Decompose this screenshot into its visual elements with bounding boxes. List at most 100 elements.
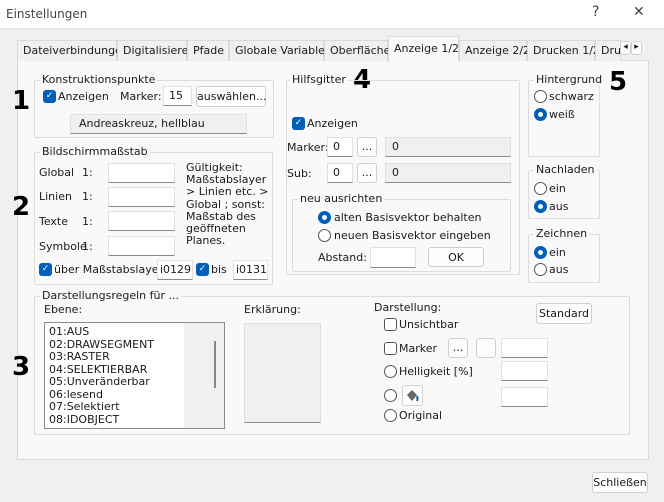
annotation-3: 3 <box>12 352 31 382</box>
grid-marker-label: Marker: <box>287 141 329 154</box>
abstand-label: Abstand: <box>318 251 367 264</box>
tab-scroll-right[interactable]: ▸ <box>631 41 642 55</box>
alten-basisvektor-label: alten Basisvektor behalten <box>334 211 482 224</box>
darstellungsregeln-title: Darstellungsregeln für ... <box>40 289 181 302</box>
hintergrund-schwarz-radio[interactable] <box>534 90 547 103</box>
helligkeit-radio[interactable] <box>384 365 397 378</box>
window-title: Einstellungen <box>6 7 88 21</box>
help-button[interactable]: ? <box>592 4 599 20</box>
bis-label: bis <box>211 263 227 276</box>
hilfsgitter-anzeigen-label: Anzeigen <box>307 117 358 130</box>
grid-sub-browse-button[interactable]: ... <box>357 163 377 183</box>
list-scrollbar-track[interactable] <box>184 323 224 428</box>
linien-prefix: 1: <box>82 190 93 203</box>
ok-button[interactable]: OK <box>428 247 484 267</box>
zeichnen-ein-label: ein <box>549 246 566 259</box>
marker-rule-label: Marker <box>399 342 438 355</box>
linien-scale-input[interactable] <box>108 187 175 207</box>
darstellung-label: Darstellung: <box>374 301 442 314</box>
tab-dateiverbindungen[interactable]: Dateiverbindungen <box>17 40 129 61</box>
bis-input[interactable]: i0131 <box>233 260 268 280</box>
helligkeit-input[interactable] <box>501 361 548 381</box>
grid-sub-display: 0 <box>385 163 511 183</box>
grid-marker-browse-button[interactable]: ... <box>357 137 377 157</box>
nachladen-aus-label: aus <box>549 200 569 213</box>
title-bar <box>0 0 664 29</box>
close-window-button[interactable]: ✕ <box>633 4 645 20</box>
standard-button[interactable]: Standard <box>536 303 592 324</box>
tab-anzeige-2-2[interactable]: Anzeige 2/2 <box>459 40 530 61</box>
erklaerung-label: Erklärung: <box>244 303 301 316</box>
linien-label: Linien <box>39 190 72 203</box>
nachladen-aus-radio[interactable] <box>534 200 547 213</box>
list-scrollbar-thumb[interactable] <box>214 341 216 388</box>
auswaehlen-button[interactable]: auswählen... <box>196 86 266 107</box>
marker-rule-input[interactable] <box>501 338 548 358</box>
hintergrund-weiss-label: weiß <box>549 108 575 121</box>
marker-color-button[interactable] <box>476 338 496 358</box>
bildschirmmassstab-title: Bildschirmmaßstab <box>40 145 150 158</box>
hintergrund-schwarz-label: schwarz <box>549 90 594 103</box>
alten-basisvektor-radio[interactable] <box>318 211 331 224</box>
tab-oberflaeche[interactable]: Oberfläche <box>324 40 390 61</box>
erklaerung-box <box>244 323 321 423</box>
neuen-basisvektor-radio[interactable] <box>318 229 331 242</box>
fill-color-radio[interactable] <box>384 389 397 402</box>
symbole-prefix: 1: <box>82 240 93 253</box>
global-prefix: 1: <box>82 166 93 179</box>
hilfsgitter-title: Hilfsgitter <box>290 73 348 86</box>
ueber-massstabslayer-input[interactable]: i0129 <box>157 260 193 280</box>
fill-color-input[interactable] <box>501 387 548 407</box>
tab-drucken-1-2[interactable]: Drucken 1/2 <box>527 40 600 61</box>
tab-pfade[interactable]: Pfade <box>187 40 229 61</box>
konstruktionspunkte-anzeigen-label: Anzeigen <box>58 90 109 103</box>
tab-digitalisierer[interactable]: Digitalisierer <box>117 40 193 61</box>
marker-rule-browse-button[interactable]: ... <box>448 338 468 358</box>
ueber-massstabslayer-label: über Maßstabslayer: <box>54 263 167 276</box>
texte-prefix: 1: <box>82 215 93 228</box>
global-scale-input[interactable] <box>108 163 175 183</box>
schliessen-button[interactable]: Schließen <box>592 472 648 493</box>
tab-scroll-left[interactable]: ◂ <box>620 41 631 55</box>
unsichtbar-checkbox[interactable] <box>384 318 397 331</box>
nachladen-title: Nachladen <box>534 163 597 176</box>
konstruktionspunkte-title: Konstruktionspunkte <box>40 73 158 86</box>
konstruktionspunkte-anzeigen-checkbox[interactable]: ✓ <box>43 90 56 103</box>
hintergrund-weiss-radio[interactable] <box>534 108 547 121</box>
original-radio[interactable] <box>384 409 397 422</box>
nachladen-ein-radio[interactable] <box>534 182 547 195</box>
paint-bucket-icon <box>407 390 419 402</box>
annotation-5: 5 <box>609 67 628 97</box>
tab-anzeige-1-2[interactable]: Anzeige 1/2 <box>388 36 459 62</box>
ebene-label: Ebene: <box>44 303 83 316</box>
global-label: Global <box>39 166 75 179</box>
marker-checkbox[interactable] <box>384 342 397 355</box>
zeichnen-ein-radio[interactable] <box>534 246 547 259</box>
symbole-scale-input[interactable] <box>108 236 175 256</box>
annotation-2: 2 <box>12 192 31 222</box>
marker-input[interactable]: 15 <box>163 86 192 106</box>
ueber-massstabslayer-checkbox[interactable]: ✓ <box>39 263 52 276</box>
marker-name-field: Andreaskreuz, hellblau <box>70 114 247 134</box>
abstand-input[interactable] <box>370 247 416 268</box>
grid-sub-label: Sub: <box>287 167 312 180</box>
tab-globale-variablen[interactable]: Globale Variablen <box>229 40 332 61</box>
paint-bucket-button[interactable] <box>402 385 423 406</box>
zeichnen-title: Zeichnen <box>534 227 590 240</box>
grid-marker-input[interactable]: 0 <box>327 137 353 157</box>
zeichnen-aus-label: aus <box>549 263 569 276</box>
marker-label: Marker: <box>120 90 162 103</box>
texte-label: Texte <box>39 215 69 228</box>
original-label: Original <box>399 409 443 422</box>
texte-scale-input[interactable] <box>108 211 175 231</box>
bis-checkbox[interactable]: ✓ <box>196 263 209 276</box>
scale-validity-note: Gültigkeit: Maßstabslayer > Linien etc. … <box>186 161 269 248</box>
neu-ausrichten-title: neu ausrichten <box>298 192 385 205</box>
unsichtbar-label: Unsichtbar <box>399 318 459 331</box>
zeichnen-aus-radio[interactable] <box>534 263 547 276</box>
grid-marker-display: 0 <box>385 137 511 157</box>
grid-sub-input[interactable]: 0 <box>327 163 353 183</box>
tab-drucken-2-2[interactable]: Dru <box>595 40 621 61</box>
helligkeit-label: Helligkeit [%] <box>399 365 473 378</box>
hilfsgitter-anzeigen-checkbox[interactable]: ✓ <box>292 117 305 130</box>
